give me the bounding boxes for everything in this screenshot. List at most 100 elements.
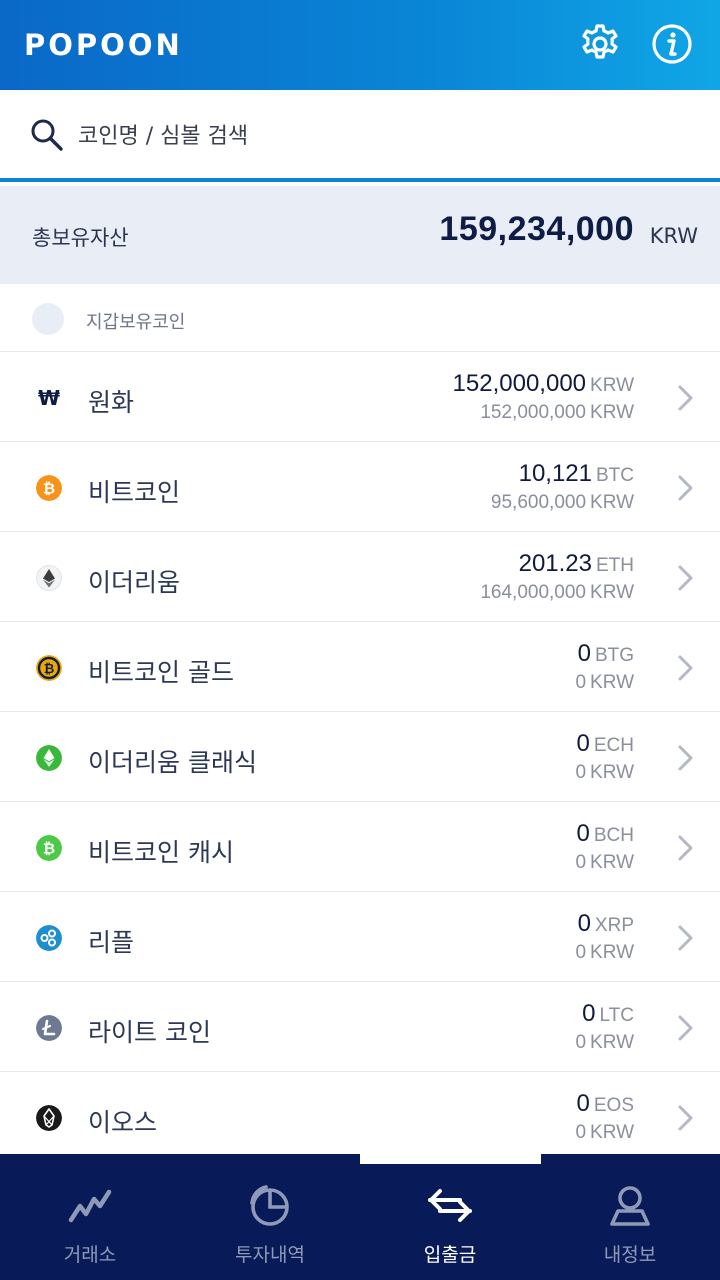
filter-checkbox[interactable]: [32, 303, 64, 335]
coin-balance: 0 LTC: [582, 1000, 634, 1028]
bitcoin-icon: ₿: [36, 475, 62, 501]
coin-amount: 0: [577, 640, 591, 667]
coin-balance: 152,000,000 KRW: [453, 370, 634, 398]
app-header: POPOON: [0, 0, 720, 90]
coin-krw-value: 0 KRW: [575, 942, 634, 964]
chevron-right-icon: [678, 925, 693, 951]
coin-symbol: LTC: [599, 1005, 634, 1026]
coin-name: 비트코인 캐시: [88, 838, 234, 867]
coin-krw-amount: 0: [575, 762, 587, 783]
trend-chart-icon: [68, 1189, 112, 1223]
nav-tab-exchange[interactable]: 거래소: [0, 1154, 180, 1280]
coin-krw-value: 0 KRW: [575, 672, 634, 694]
coin-krw-unit: KRW: [590, 942, 634, 963]
coin-name: 원화: [88, 388, 135, 417]
coin-krw-unit: KRW: [590, 762, 634, 783]
coin-krw-unit: KRW: [590, 582, 634, 603]
total-assets-label: 총보유자산: [32, 226, 129, 250]
coin-krw-unit: KRW: [590, 492, 634, 513]
popoon-logo: POPOON: [24, 14, 183, 74]
coin-symbol: BTC: [596, 465, 634, 486]
info-button[interactable]: [648, 20, 696, 68]
coin-name: 이오스: [88, 1108, 158, 1137]
coin-krw-unit: KRW: [590, 1122, 634, 1143]
coin-amount: 0: [576, 730, 590, 757]
litecoin-icon: [36, 1015, 62, 1041]
wallet-coins-filter[interactable]: 지갑보유코인: [0, 284, 720, 352]
coin-krw-unit: KRW: [590, 852, 634, 873]
coin-amount: 201.23: [518, 550, 592, 577]
coin-symbol: BCH: [593, 825, 634, 846]
transfer-arrows-icon: [428, 1189, 472, 1222]
coin-krw-value: 164,000,000 KRW: [480, 582, 634, 604]
coin-row-bch[interactable]: ₿ 비트코인 캐시 0 BCH 0 KRW: [0, 802, 720, 892]
coin-name: 비트코인 골드: [88, 658, 234, 687]
coin-balance: 10,121 BTC: [519, 460, 634, 488]
coin-symbol: ETH: [596, 555, 634, 576]
coin-krw-amount: 0: [575, 942, 587, 963]
coin-krw-value: 0 KRW: [575, 1122, 634, 1144]
coin-krw-value: 0 KRW: [575, 852, 634, 874]
coin-balance: 0 BTG: [578, 640, 634, 668]
svg-text:₿: ₿: [43, 840, 55, 858]
coin-krw-value: 0 KRW: [575, 1032, 634, 1054]
coin-row-btc[interactable]: ₿ 비트코인 10,121 BTC 95,600,000 KRW: [0, 442, 720, 532]
bitcoin-cash-icon: ₿: [36, 835, 62, 861]
coin-krw-amount: 164,000,000: [480, 582, 587, 603]
coin-row-ltc[interactable]: 라이트 코인 0 LTC 0 KRW: [0, 982, 720, 1072]
nav-tab-investments[interactable]: 투자내역: [180, 1154, 360, 1280]
nav-tab-deposit-withdraw[interactable]: 입출금: [360, 1154, 540, 1280]
coin-amount: 0: [576, 1090, 590, 1117]
coin-list: ₩ 원화 152,000,000 KRW 152,000,000 KRW ₿ 비트코…: [0, 352, 720, 1154]
chevron-right-icon: [678, 1015, 693, 1041]
coin-krw-value: 152,000,000 KRW: [480, 402, 634, 424]
coin-amount: 0: [576, 820, 590, 847]
coin-krw-amount: 0: [575, 852, 587, 873]
filter-label: 지갑보유코인: [86, 312, 186, 333]
nav-tab-my-info[interactable]: 내정보: [540, 1154, 720, 1280]
coin-krw-amount: 0: [575, 672, 587, 693]
coin-symbol: EOS: [593, 1095, 634, 1116]
coin-balance: 0 EOS: [577, 1090, 634, 1118]
coin-amount: 0: [577, 910, 591, 937]
coin-krw-amount: 0: [575, 1122, 587, 1143]
svg-text:₩: ₩: [38, 386, 60, 410]
search-icon: [31, 119, 63, 151]
coin-amount: 10,121: [518, 460, 592, 487]
chevron-right-icon: [678, 475, 693, 501]
coin-krw-amount: 152,000,000: [480, 402, 587, 423]
coin-balance: 0 ECH: [577, 730, 634, 758]
ethereum-icon: [36, 565, 62, 591]
coin-row-eth[interactable]: 이더리움 201.23 ETH 164,000,000 KRW: [0, 532, 720, 622]
bitcoin-gold-icon: ₿: [36, 655, 62, 681]
total-assets-amount: 159,234,000: [439, 210, 634, 248]
coin-amount: 152,000,000: [452, 370, 587, 397]
chevron-right-icon: [678, 565, 693, 591]
coin-name: 리플: [88, 928, 135, 957]
coin-row-krw[interactable]: ₩ 원화 152,000,000 KRW 152,000,000 KRW: [0, 352, 720, 442]
coin-row-eos[interactable]: 이오스 0 EOS 0 KRW: [0, 1072, 720, 1154]
coin-row-btg[interactable]: ₿ 비트코인 골드 0 BTG 0 KRW: [0, 622, 720, 712]
coin-row-ech[interactable]: 이더리움 클래식 0 ECH 0 KRW: [0, 712, 720, 802]
coin-krw-unit: KRW: [590, 1032, 634, 1053]
chevron-right-icon: [678, 745, 693, 771]
gear-icon: [582, 24, 618, 59]
svg-text:₿: ₿: [43, 480, 55, 498]
search-input[interactable]: [78, 114, 678, 158]
settings-button[interactable]: [576, 20, 624, 68]
total-assets-unit: KRW: [649, 224, 698, 248]
coin-krw-value: 95,600,000 KRW: [491, 492, 634, 514]
chevron-right-icon: [678, 1105, 693, 1131]
coin-symbol: ECH: [593, 735, 634, 756]
coin-krw-amount: 0: [575, 1032, 587, 1053]
user-icon: [610, 1186, 650, 1226]
logo-text: POPOON: [24, 28, 183, 62]
coin-name: 라이트 코인: [88, 1018, 211, 1047]
nav-label: 내정보: [603, 1244, 657, 1266]
coin-name: 비트코인: [88, 478, 181, 507]
coin-krw-unit: KRW: [590, 402, 634, 423]
info-icon: [652, 24, 692, 64]
coin-krw-unit: KRW: [590, 672, 634, 693]
pie-chart-icon: [250, 1185, 289, 1226]
coin-row-xrp[interactable]: 리플 0 XRP 0 KRW: [0, 892, 720, 982]
